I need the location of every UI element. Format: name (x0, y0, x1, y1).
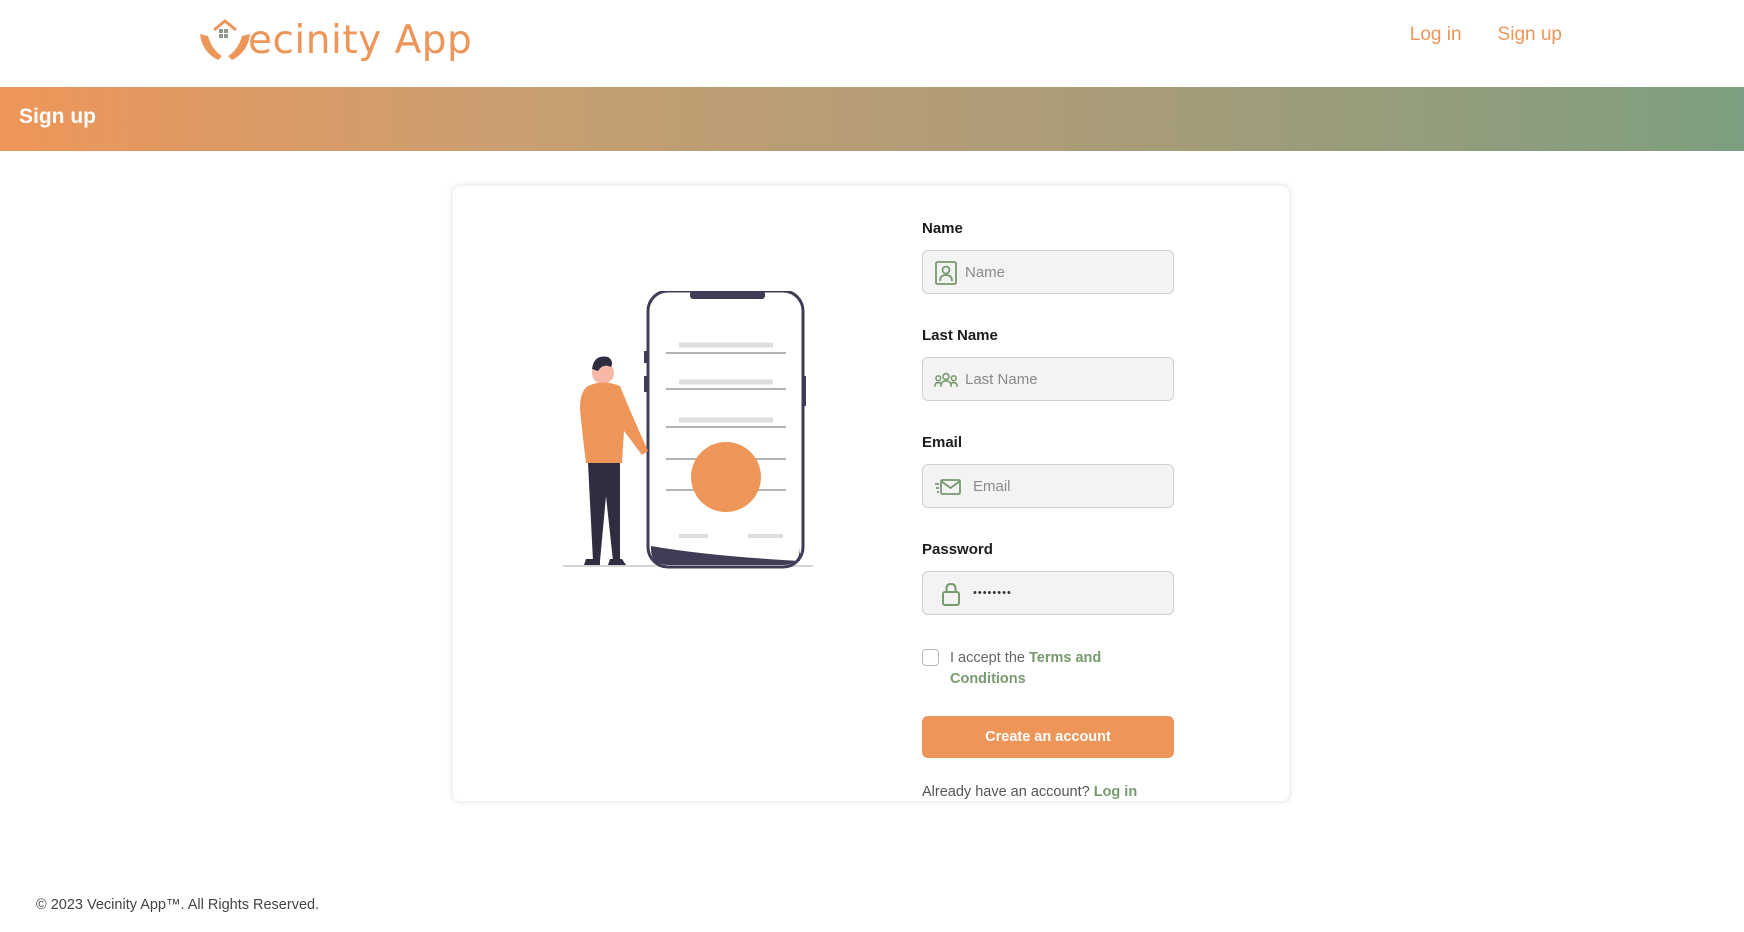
users-group-icon (934, 372, 958, 387)
lock-icon (942, 582, 960, 606)
page-banner: Sign up (0, 87, 1744, 151)
terms-row: I accept the Terms and Conditions (922, 648, 1174, 690)
name-field-wrap (922, 250, 1174, 294)
terms-text: I accept the Terms and Conditions (950, 648, 1174, 690)
nav-signup-link[interactable]: Sign up (1498, 24, 1562, 46)
top-navbar: ecinity App Log in Sign up (0, 0, 1744, 87)
create-account-button[interactable]: Create an account (922, 716, 1174, 758)
fast-mail-icon (935, 479, 961, 495)
password-label: Password (922, 541, 993, 558)
footer-copyright: © 2023 Vecinity App™. All Rights Reserve… (36, 897, 320, 913)
last-name-label: Last Name (922, 327, 998, 344)
nav-links: Log in Sign up (1410, 24, 1562, 46)
contact-card-icon (935, 261, 957, 285)
last-name-input[interactable] (923, 358, 1173, 400)
already-account-text: Already have an account? Log in (922, 784, 1174, 800)
email-label: Email (922, 434, 963, 451)
already-prefix: Already have an account? (922, 784, 1094, 800)
signup-card: Name Last Name Email (452, 185, 1290, 802)
person-phone-illustration (563, 291, 813, 569)
logo-text: ecinity App (248, 17, 473, 63)
name-input[interactable] (923, 251, 1173, 293)
terms-checkbox[interactable] (922, 649, 939, 666)
logo[interactable]: ecinity App (196, 12, 472, 68)
name-label: Name (922, 220, 963, 237)
page-title: Sign up (19, 105, 96, 128)
signup-form: Name Last Name Email (922, 220, 1174, 800)
nav-login-link[interactable]: Log in (1410, 24, 1462, 46)
email-field-wrap (922, 464, 1174, 508)
hands-house-logo-icon (200, 19, 250, 60)
last-name-field-wrap (922, 357, 1174, 401)
password-field-wrap (922, 571, 1174, 615)
terms-prefix: I accept the (950, 650, 1029, 666)
form-login-link[interactable]: Log in (1094, 784, 1138, 800)
